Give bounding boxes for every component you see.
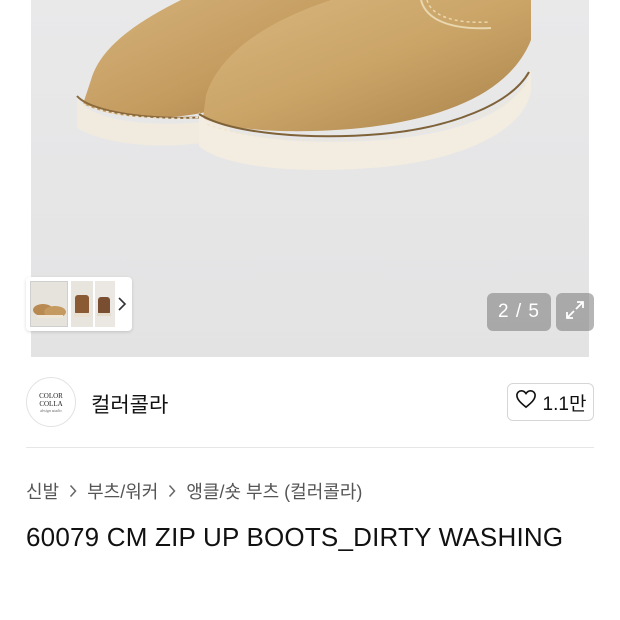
thumbnail-strip[interactable] [26,277,132,331]
heart-outline-icon [515,389,537,415]
breadcrumb-item-1[interactable]: 신발 [26,478,59,504]
thumbnail-1[interactable] [30,281,68,327]
brand-logo-line3: design studio [40,407,62,413]
product-title: 60079 CM ZIP UP BOOTS_DIRTY WASHING [26,522,564,552]
like-count: 1.1만 [542,393,587,415]
chevron-right-icon [168,484,176,498]
brand-logo-line2: COLLA [39,399,63,408]
thumbnail-3[interactable] [95,281,115,327]
brand-name[interactable]: 컬러콜라 [91,389,168,419]
like-button[interactable]: 1.1만 [507,383,594,421]
divider [26,447,594,448]
expand-icon [564,299,586,326]
chevron-right-icon[interactable] [114,291,130,317]
product-image-gallery[interactable]: 2 / 5 [0,0,620,357]
expand-button[interactable] [556,293,594,331]
brand-row: COLOR COLLA design studio 컬러콜라 1.1만 [0,357,620,447]
image-counter: 2 / 5 [487,293,551,331]
breadcrumb: 신발 부츠/워커 앵클/숏 부츠 (컬러콜라) [26,478,362,504]
brand-logo-line1: COLOR [39,391,63,400]
breadcrumb-item-2[interactable]: 부츠/워커 [87,478,158,504]
breadcrumb-item-3[interactable]: 앵클/숏 부츠 (컬러콜라) [186,478,362,504]
chevron-right-icon [69,484,77,498]
brand-logo[interactable]: COLOR COLLA design studio [26,377,76,427]
thumbnail-2[interactable] [71,281,93,327]
